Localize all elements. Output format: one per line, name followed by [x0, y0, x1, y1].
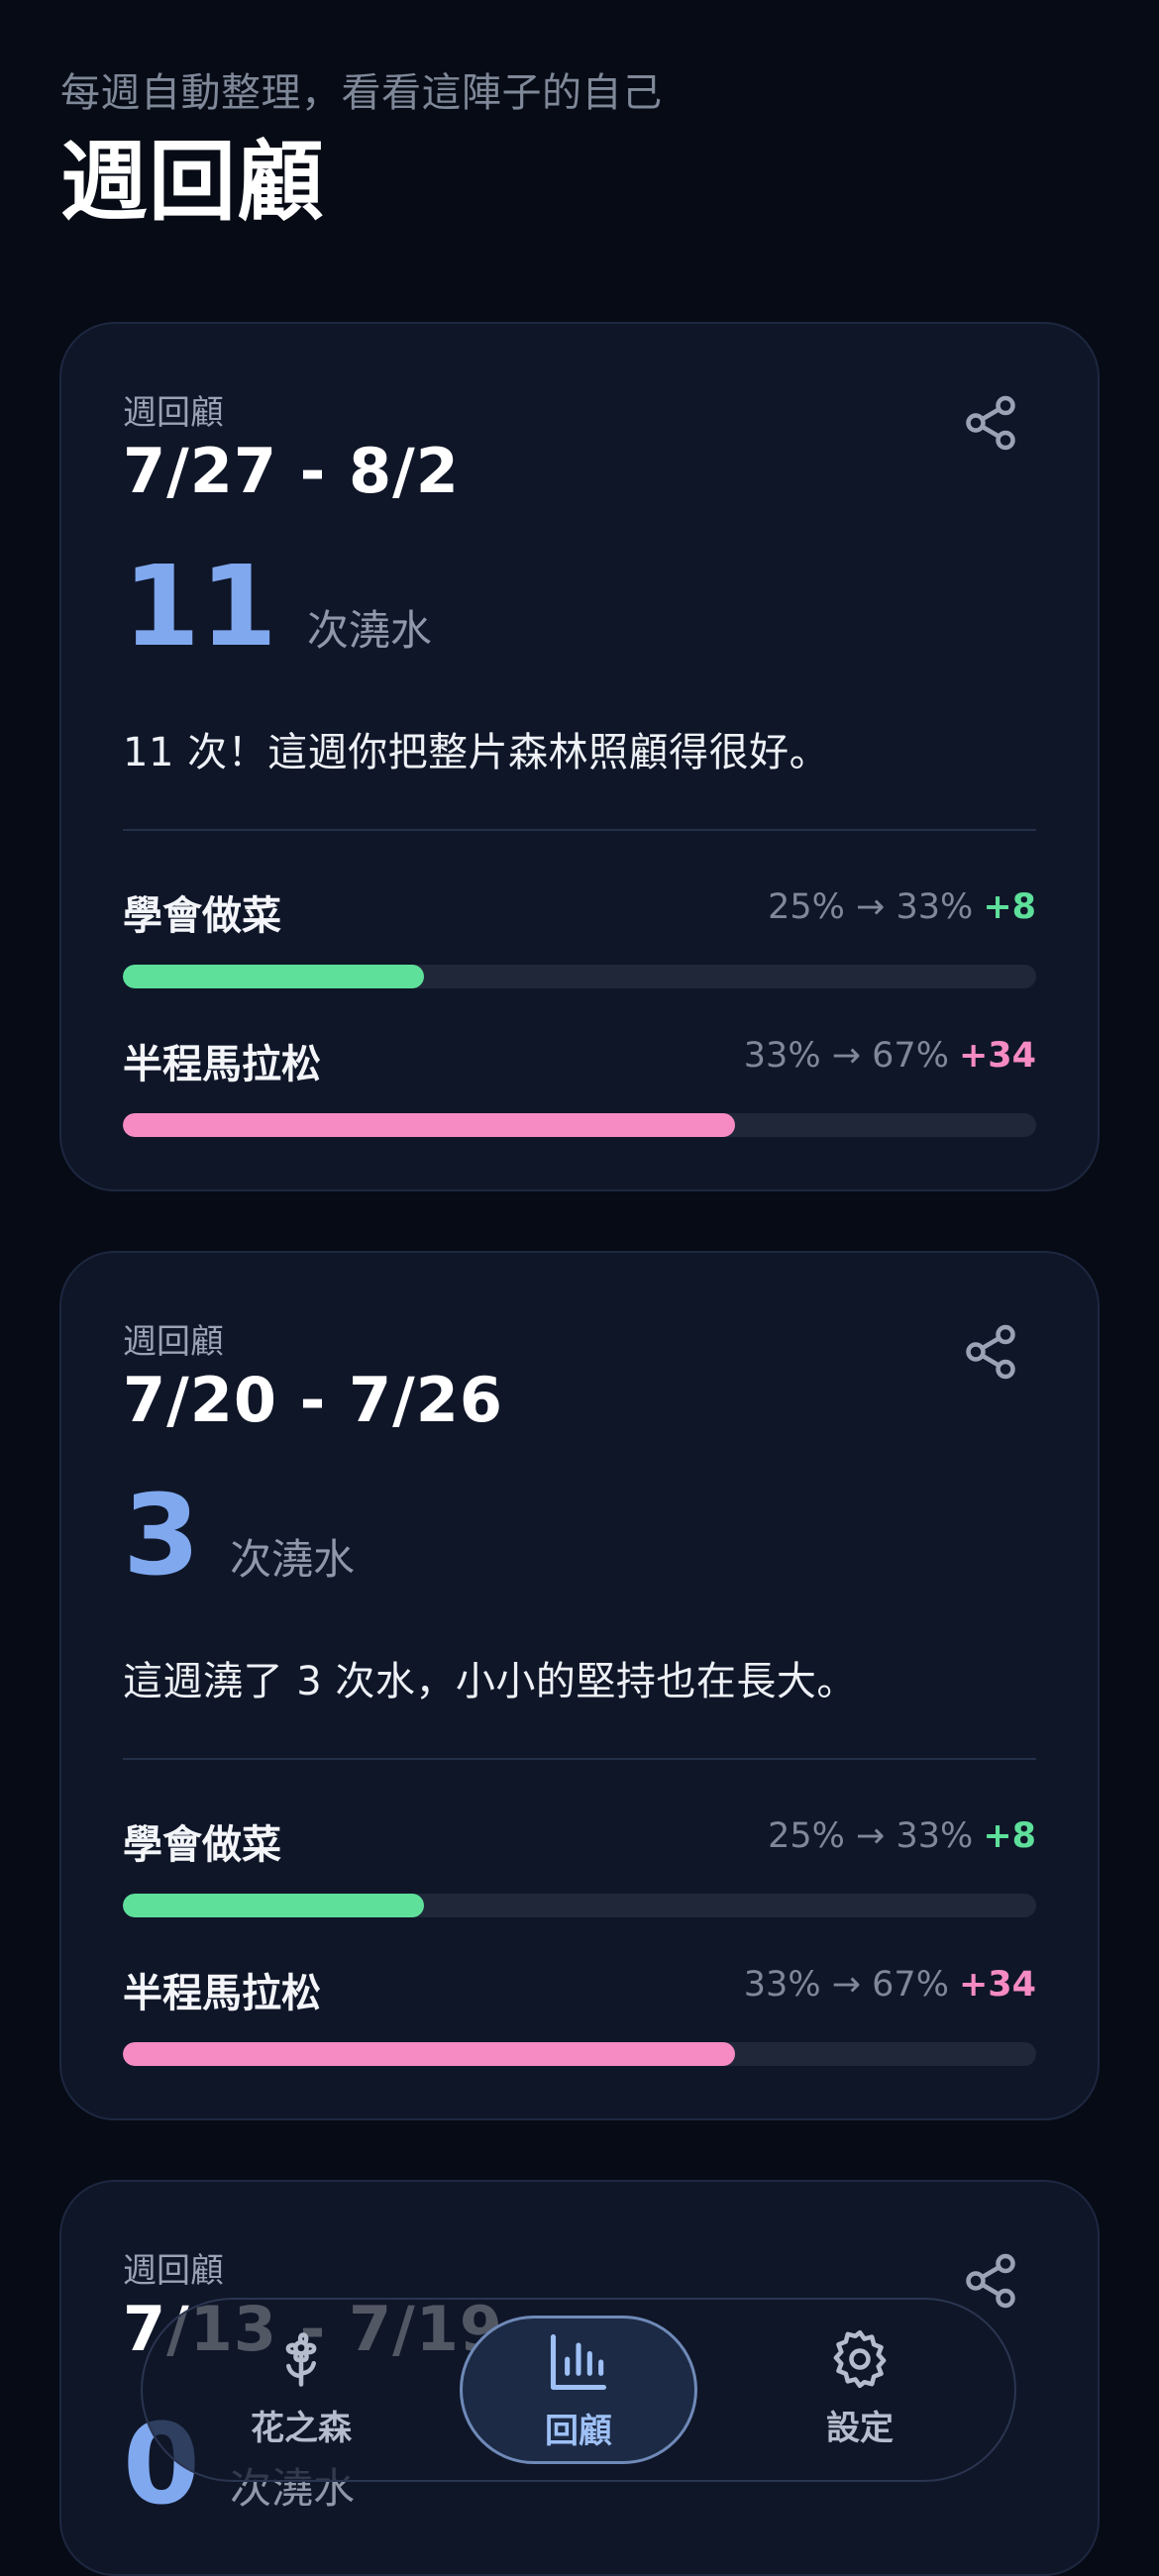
- watering-count: 11 次澆水: [123, 552, 432, 663]
- share-button[interactable]: [961, 1322, 1020, 1382]
- share-button[interactable]: [961, 393, 1020, 453]
- nav-label: 回顧: [545, 2412, 612, 2451]
- weekly-message: 11 次！這週你把整片森林照顧得很好。: [123, 730, 830, 775]
- gear-icon: [826, 2325, 894, 2393]
- page-subtitle: 每週自動整理，看看這陣子的自己: [60, 70, 663, 116]
- page-header: 每週自動整理，看看這陣子的自己 週回顧: [60, 69, 1099, 226]
- goal-row: 半程馬拉松 33% → 67% +34: [123, 1961, 1036, 2070]
- goal-delta: +8: [983, 887, 1036, 927]
- nav-item-settings[interactable]: 設定: [741, 2316, 979, 2464]
- watering-count-unit: 次澆水: [229, 1535, 355, 1584]
- nav-item-review[interactable]: 回顧: [460, 2316, 697, 2464]
- goal-progress-fill: [123, 1894, 425, 1917]
- goal-name: 半程馬拉松: [123, 1042, 321, 1087]
- share-button[interactable]: [961, 2251, 1020, 2311]
- bottom-nav: 花之森 回顧 設定: [141, 2298, 1016, 2482]
- goal-delta: +34: [958, 1965, 1036, 2005]
- goal-stats: 33% → 67% +34: [744, 1036, 1036, 1076]
- goal-row: 學會做菜 25% → 33% +8: [123, 1812, 1036, 1921]
- share-icon: [966, 2253, 1015, 2309]
- goal-row: 半程馬拉松 33% → 67% +34: [123, 1032, 1036, 1141]
- goal-delta: +34: [958, 1036, 1036, 1076]
- goal-stats: 25% → 33% +8: [768, 1816, 1036, 1856]
- bar-chart-icon: [545, 2328, 612, 2396]
- goal-change: 25% → 33%: [768, 1816, 974, 1856]
- goal-stats: 33% → 67% +34: [744, 1965, 1036, 2005]
- week-range: 7/27 - 8/2: [123, 435, 460, 507]
- watering-count-number: 11: [123, 543, 277, 671]
- goal-delta: +8: [983, 1816, 1036, 1856]
- card-label: 週回顧: [123, 2251, 224, 2291]
- weekly-review-card: 週回顧 7/27 - 8/2 11 次澆水 11 次！這週你把整片森林照顧得很好…: [59, 322, 1100, 1191]
- nav-label: 花之森: [251, 2409, 352, 2448]
- goal-row: 學會做菜 25% → 33% +8: [123, 883, 1036, 992]
- watering-count-number: 3: [123, 1472, 200, 1600]
- week-range: 7/20 - 7/26: [123, 1364, 504, 1436]
- goal-progress-track: [123, 1113, 1036, 1137]
- goal-stats: 25% → 33% +8: [768, 887, 1036, 927]
- goal-progress-track: [123, 965, 1036, 988]
- weekly-review-card: 週回顧 7/20 - 7/26 3 次澆水 這週澆了 3 次水，小小的堅持也在長…: [59, 1251, 1100, 2120]
- card-label: 週回顧: [123, 1322, 224, 1362]
- share-icon: [966, 1324, 1015, 1380]
- share-icon: [966, 395, 1015, 451]
- goal-name: 半程馬拉松: [123, 1971, 321, 2016]
- page-title: 週回顧: [60, 131, 326, 233]
- goal-change: 33% → 67%: [743, 1965, 949, 2005]
- card-label: 週回顧: [123, 393, 224, 433]
- watering-count: 3 次澆水: [123, 1481, 355, 1592]
- weekly-message: 這週澆了 3 次水，小小的堅持也在長大。: [123, 1659, 857, 1704]
- flower-icon: [267, 2325, 335, 2393]
- divider: [123, 829, 1036, 831]
- goal-progress-fill: [123, 965, 425, 988]
- goal-progress-fill: [123, 2042, 735, 2066]
- goal-progress-track: [123, 1894, 1036, 1917]
- goal-change: 33% → 67%: [743, 1036, 949, 1076]
- watering-count-unit: 次澆水: [306, 606, 432, 655]
- nav-item-forest[interactable]: 花之森: [182, 2316, 420, 2464]
- goal-name: 學會做菜: [123, 1822, 281, 1868]
- divider: [123, 1758, 1036, 1760]
- goal-progress-track: [123, 2042, 1036, 2066]
- goal-progress-fill: [123, 1113, 735, 1137]
- goal-name: 學會做菜: [123, 893, 281, 939]
- goal-change: 25% → 33%: [768, 887, 974, 927]
- nav-label: 設定: [826, 2409, 894, 2448]
